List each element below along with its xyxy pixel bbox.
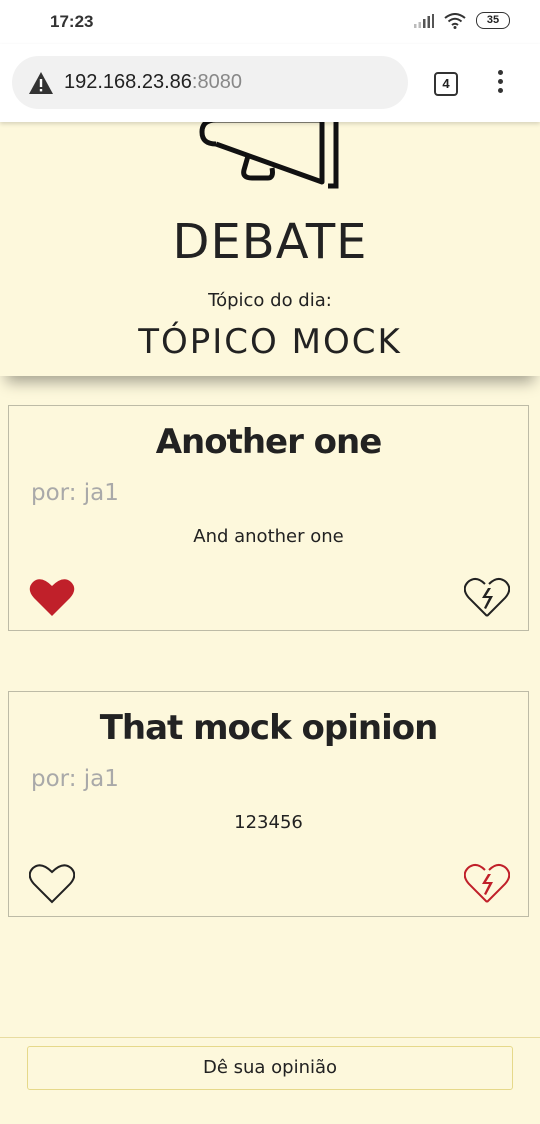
status-time: 17:23 [50, 12, 94, 31]
opinion-author: por: ja1 [31, 480, 119, 506]
url-port: :8080 [191, 71, 242, 93]
more-menu-icon[interactable] [496, 70, 504, 96]
topic-title: TÓPICO MOCK [138, 322, 402, 362]
broken-heart-active-icon[interactable] [464, 862, 510, 904]
page-header: DEBATE Tópico do dia: TÓPICO MOCK [0, 116, 540, 376]
like-heart-filled-icon[interactable] [29, 576, 75, 618]
warning-icon[interactable] [28, 71, 54, 95]
status-bar: 17:23 35 [0, 0, 540, 44]
opinion-author: por: ja1 [31, 766, 119, 792]
opinion-title: That mock opinion [99, 708, 439, 748]
address-bar[interactable]: 192.168.23.86:8080 [12, 56, 408, 109]
like-heart-outline-icon[interactable] [29, 862, 75, 904]
give-opinion-button[interactable]: Dê sua opinião [27, 1046, 513, 1090]
tab-switcher-button[interactable]: 4 [434, 72, 458, 96]
topic-label: Tópico do dia: [208, 290, 332, 311]
status-icons: 35 [414, 12, 510, 29]
opinion-body: And another one [193, 526, 344, 547]
url-host: 192.168.23.86 [64, 71, 192, 93]
footer-bar: Dê sua opinião [0, 1037, 540, 1124]
opinion-title: Another one [155, 422, 383, 462]
url-text[interactable]: 192.168.23.86:8080 [64, 71, 242, 94]
opinion-card: Another one por: ja1 And another one [8, 405, 529, 631]
broken-heart-icon[interactable] [464, 576, 510, 618]
page-title: DEBATE [172, 214, 368, 270]
megaphone-icon [199, 116, 339, 189]
opinion-card: That mock opinion por: ja1 123456 [8, 691, 529, 917]
wifi-icon [444, 12, 466, 29]
opinion-body: 123456 [234, 812, 303, 833]
signal-icon [414, 13, 434, 28]
battery-icon: 35 [476, 12, 510, 29]
browser-toolbar: 192.168.23.86:8080 4 [0, 44, 540, 122]
